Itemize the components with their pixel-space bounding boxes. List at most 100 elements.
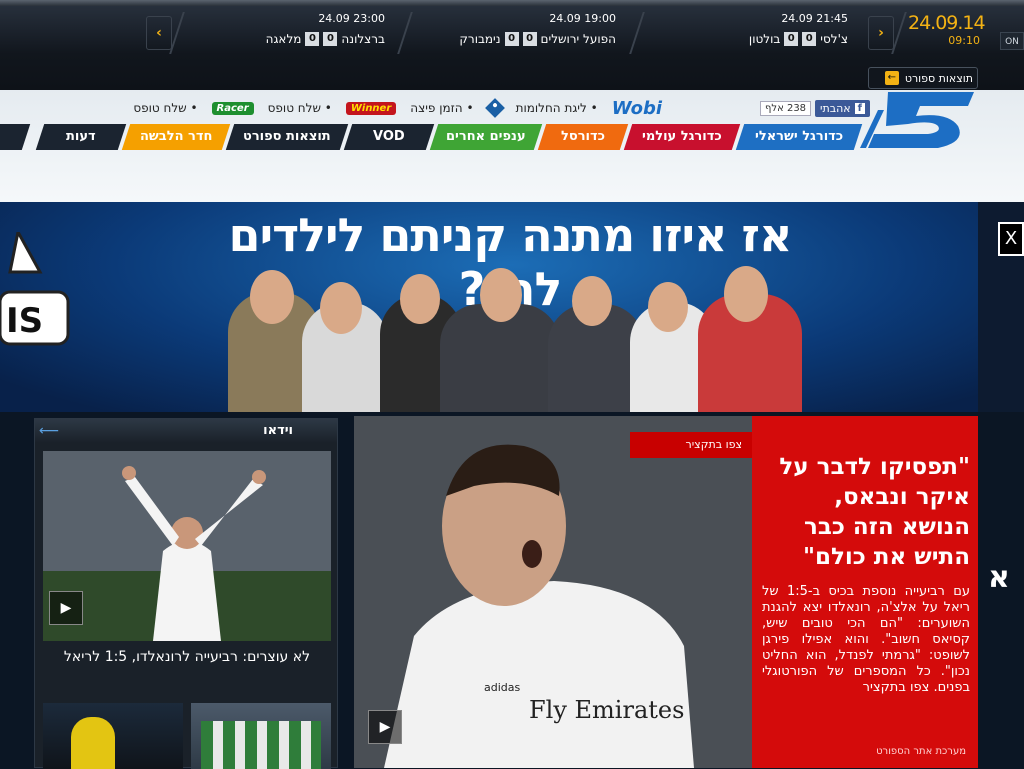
current-time: 09:10 bbox=[948, 34, 980, 47]
sport-results-button[interactable]: תוצאות ספורט ← bbox=[868, 67, 978, 89]
match-home: צ'לסי bbox=[820, 32, 848, 46]
show-logo: IS bbox=[0, 232, 70, 346]
video-thumbnail[interactable] bbox=[43, 451, 331, 641]
date-display: 24.09.14 09:10 bbox=[908, 12, 986, 47]
match-time: 24.09 19:00 bbox=[549, 12, 616, 25]
play-icon[interactable]: ▶ bbox=[368, 710, 402, 744]
ad-banner[interactable]: אז איזו מתנה קניתם לילדים לחג? IS bbox=[0, 202, 1024, 412]
channel-5-logo[interactable] bbox=[858, 90, 974, 150]
match-item[interactable]: 24.09 23:00 ברצלונה 0 0 מלאגה bbox=[190, 12, 385, 56]
match-home: ברצלונה bbox=[341, 32, 385, 46]
link-label: שלח טופס bbox=[267, 101, 321, 115]
match-home: הפועל ירושלים bbox=[540, 32, 616, 46]
match-home-score: 0 bbox=[522, 32, 537, 46]
match-away-score: 0 bbox=[504, 32, 519, 46]
scores-next-arrow[interactable]: › bbox=[868, 16, 894, 50]
match-item[interactable]: 24.09 21:45 צ'לסי 0 0 בולטון bbox=[650, 12, 848, 56]
link-send-form-winner[interactable]: • שלח טופס bbox=[268, 101, 332, 115]
shirt-brand: adidas bbox=[484, 681, 521, 694]
video-caption[interactable]: לא עוצרים: רביעייה לרונאלדו, 1:5 לריאל bbox=[43, 647, 331, 667]
match-away-score: 0 bbox=[305, 32, 320, 46]
racer-logo[interactable]: Racer bbox=[211, 101, 254, 115]
svg-text:IS: IS bbox=[6, 301, 43, 341]
sport-results-label: תוצאות ספורט bbox=[904, 71, 973, 85]
facebook-icon: f bbox=[854, 102, 865, 114]
nav-other-sports[interactable]: ענפים אחרים bbox=[429, 124, 543, 150]
video-thumb[interactable] bbox=[191, 703, 331, 769]
person-head bbox=[400, 274, 440, 324]
scores-prev-arrow[interactable]: ‹ bbox=[146, 16, 172, 50]
link-dream-league[interactable]: • ליגת החלומות bbox=[516, 101, 598, 115]
nav-locker-room[interactable]: חדר הלבשה bbox=[121, 124, 231, 150]
nav-label: VOD bbox=[373, 129, 405, 144]
side-ad-letter: א bbox=[988, 560, 1010, 595]
nav-label: דעות bbox=[66, 129, 96, 144]
nav-basketball[interactable]: כדורסל bbox=[537, 124, 629, 150]
nav-sport-results[interactable]: תוצאות ספורט bbox=[225, 124, 349, 150]
match-line: צ'לסי 0 0 בולטון bbox=[749, 32, 848, 46]
thumb-figure bbox=[71, 717, 115, 769]
match-line: ברצלונה 0 0 מלאגה bbox=[266, 32, 385, 46]
person-head bbox=[250, 270, 294, 324]
close-icon[interactable]: X bbox=[998, 222, 1024, 256]
person-head bbox=[724, 266, 768, 322]
nav-label: כדורגל עולמי bbox=[642, 129, 722, 144]
shirt-sponsor-text: Fly Emirates bbox=[529, 696, 684, 724]
nav-label: תוצאות ספורט bbox=[243, 129, 331, 144]
nav-world-football[interactable]: כדורגל עולמי bbox=[623, 124, 741, 150]
match-home-score: 0 bbox=[802, 32, 817, 46]
video-widget: וידאו ⟵ ▶ לא עוצרים: רביעייה לרונאלדו, 1… bbox=[34, 418, 338, 769]
facebook-like-label: אהבתי bbox=[820, 101, 851, 115]
article-headline[interactable]: "תפסיקו לדבר על איקר ונבאס, הנושא הזה כב… bbox=[762, 452, 970, 572]
main-nav: כדורגל ישראלי כדורגל עולמי כדורסל ענפים … bbox=[0, 124, 863, 150]
thumb-figure bbox=[201, 721, 321, 769]
nav-label: כדורגל ישראלי bbox=[754, 129, 844, 144]
scores-bar: ‹ 24.09 23:00 ברצלונה 0 0 מלאגה 24.09 19… bbox=[0, 0, 1024, 90]
facebook-count: 238 אלף bbox=[760, 100, 812, 116]
link-label: שלח טופס bbox=[133, 101, 187, 115]
video-header: וידאו bbox=[35, 419, 337, 443]
match-time: 24.09 23:00 bbox=[318, 12, 385, 25]
play-icon[interactable]: ▶ bbox=[49, 591, 83, 625]
header-links: f אהבתי 238 אלף Wobi • ליגת החלומות • הזמ… bbox=[70, 97, 870, 119]
winner-logo[interactable]: Winner bbox=[345, 101, 397, 115]
match-away-score: 0 bbox=[784, 32, 799, 46]
match-item[interactable]: 24.09 19:00 הפועל ירושלים 0 0 נימבורק bbox=[420, 12, 616, 56]
person-head bbox=[480, 268, 522, 322]
match-line: הפועל ירושלים 0 0 נימבורק bbox=[459, 32, 616, 46]
wobi-logo[interactable]: Wobi bbox=[612, 98, 662, 119]
on-badge[interactable]: ON bbox=[1000, 32, 1024, 50]
match-away: בולטון bbox=[748, 32, 781, 46]
current-date: 24.09.14 bbox=[908, 12, 986, 34]
link-label: הזמן פיצה bbox=[410, 101, 463, 115]
facebook-like[interactable]: f אהבתי 238 אלף bbox=[760, 99, 870, 117]
match-home-score: 0 bbox=[323, 32, 338, 46]
link-label: ליגת החלומות bbox=[515, 101, 587, 115]
arrow-left-icon[interactable]: ⟵ bbox=[39, 423, 59, 439]
match-away: נימבורק bbox=[459, 32, 501, 46]
dominos-icon[interactable] bbox=[484, 98, 505, 118]
nav-label: חדר הלבשה bbox=[139, 129, 213, 144]
article-body: עם רביעייה נוספת בכיס ב-1:5 של ריאל על א… bbox=[762, 584, 970, 695]
arrow-left-icon: ← bbox=[884, 71, 899, 85]
person-head bbox=[572, 276, 612, 326]
nav-label: ענפים אחרים bbox=[446, 129, 526, 144]
divider bbox=[397, 12, 413, 54]
video-thumb[interactable] bbox=[43, 703, 183, 769]
person-head bbox=[320, 282, 362, 334]
nav-israeli-football[interactable]: כדורגל ישראלי bbox=[735, 124, 863, 150]
top-strip bbox=[0, 0, 1024, 6]
link-send-form-racer[interactable]: • שלח טופס bbox=[133, 101, 197, 115]
divider bbox=[629, 12, 645, 54]
article-photo[interactable]: Fly Emirates adidas bbox=[354, 416, 752, 768]
watch-summary-tag[interactable]: צפו בתקציר bbox=[630, 432, 752, 458]
facebook-like-button[interactable]: f אהבתי bbox=[815, 99, 870, 117]
match-away: מלאגה bbox=[265, 32, 302, 46]
nav-more[interactable] bbox=[0, 124, 31, 150]
nav-opinions[interactable]: דעות bbox=[35, 124, 127, 150]
link-order-pizza[interactable]: • הזמן פיצה bbox=[410, 101, 473, 115]
article-byline: מערכת אתר הספורט bbox=[876, 746, 966, 757]
match-time: 24.09 21:45 bbox=[781, 12, 848, 25]
nav-label: כדורסל bbox=[561, 129, 605, 144]
nav-vod[interactable]: VOD bbox=[343, 124, 435, 150]
